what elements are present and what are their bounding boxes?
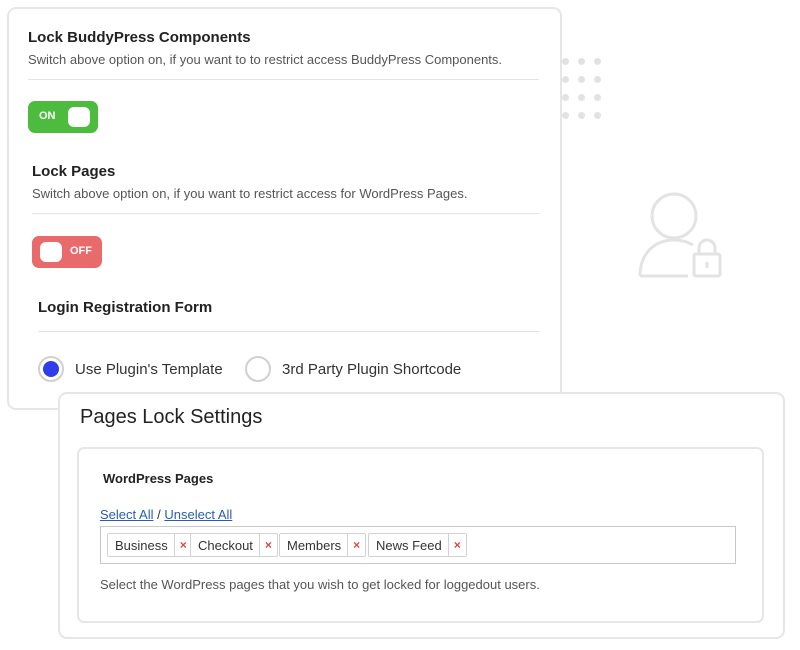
remove-tag-icon[interactable]: × bbox=[347, 534, 365, 556]
unselect-all-link[interactable]: Unselect All bbox=[164, 507, 232, 522]
wordpress-pages-title: WordPress Pages bbox=[103, 471, 214, 486]
buddypress-lock-toggle[interactable]: ON bbox=[28, 101, 98, 133]
tag-label: Checkout bbox=[198, 537, 253, 553]
lock-pages-description: Switch above option on, if you want to r… bbox=[32, 186, 468, 201]
buddypress-description: Switch above option on, if you want to t… bbox=[28, 52, 503, 67]
pages-lock-settings-card: Pages Lock Settings WordPress Pages Sele… bbox=[58, 392, 785, 639]
radio-button[interactable] bbox=[38, 356, 64, 382]
tag-label: Members bbox=[287, 537, 342, 553]
toggle-label: ON bbox=[39, 110, 56, 122]
divider bbox=[28, 79, 539, 80]
access-settings-card: Lock BuddyPress Components Switch above … bbox=[7, 7, 562, 410]
toggle-knob bbox=[68, 107, 90, 127]
tag-business: Business × bbox=[107, 533, 193, 557]
select-all-link[interactable]: Select All bbox=[100, 507, 153, 522]
toggle-knob bbox=[40, 242, 62, 262]
wordpress-pages-panel: WordPress Pages Select All / Unselect Al… bbox=[77, 447, 764, 623]
login-form-title: Login Registration Form bbox=[38, 299, 213, 316]
toggle-label: OFF bbox=[70, 245, 92, 257]
divider bbox=[38, 331, 539, 332]
pages-lock-title: Pages Lock Settings bbox=[80, 406, 263, 428]
tag-members: Members × bbox=[279, 533, 367, 557]
tag-label: Business bbox=[115, 537, 168, 553]
tag-label: News Feed bbox=[376, 537, 442, 553]
radio-button[interactable] bbox=[245, 356, 271, 382]
link-separator: / bbox=[157, 507, 161, 522]
remove-tag-icon[interactable]: × bbox=[258, 534, 277, 556]
decorative-dots bbox=[562, 58, 606, 122]
help-text: Select the WordPress pages that you wish… bbox=[100, 577, 540, 592]
radio-label: Use Plugin's Template bbox=[75, 360, 223, 378]
radio-third-party-shortcode[interactable]: 3rd Party Plugin Shortcode bbox=[245, 356, 461, 382]
radio-selected-dot bbox=[43, 361, 59, 377]
user-lock-icon bbox=[638, 192, 722, 278]
tag-news-feed: News Feed × bbox=[368, 533, 467, 557]
pages-select-input[interactable]: Business × Checkout × Members × News Fee… bbox=[100, 526, 736, 564]
remove-tag-icon[interactable]: × bbox=[447, 534, 466, 556]
radio-label: 3rd Party Plugin Shortcode bbox=[282, 360, 462, 378]
radio-plugin-template[interactable]: Use Plugin's Template bbox=[38, 356, 223, 382]
divider bbox=[32, 213, 539, 214]
pages-lock-toggle[interactable]: OFF bbox=[32, 236, 102, 268]
tag-checkout: Checkout × bbox=[190, 533, 278, 557]
select-links: Select All / Unselect All bbox=[100, 507, 232, 522]
buddypress-title: Lock BuddyPress Components bbox=[28, 29, 251, 46]
lock-pages-title: Lock Pages bbox=[32, 163, 116, 180]
